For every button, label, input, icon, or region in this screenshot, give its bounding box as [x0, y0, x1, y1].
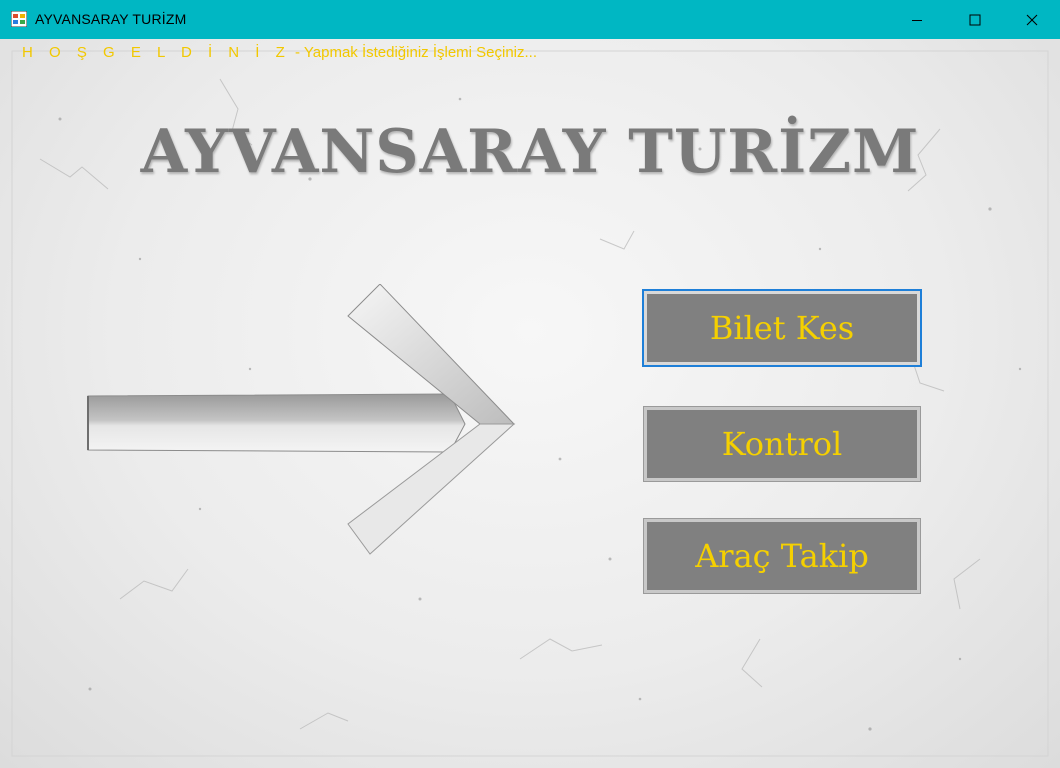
welcome-greeting: H O Ş G E L D İ N İ Z [22, 44, 291, 61]
main-form: H O Ş G E L D İ N İ Z - Yapmak İstediğin… [0, 39, 1060, 768]
kontrol-button[interactable]: Kontrol [643, 406, 921, 482]
minimize-button[interactable] [888, 0, 946, 39]
app-icon [11, 11, 27, 27]
arac-takip-button[interactable]: Araç Takip [643, 518, 921, 594]
minimize-icon [912, 19, 922, 21]
maximize-icon [969, 14, 981, 25]
maximize-button[interactable] [946, 0, 1004, 39]
title-bar[interactable]: AYVANSARAY TURİZM [0, 0, 1060, 39]
arrow-icon [87, 284, 516, 555]
window-title: AYVANSARAY TURİZM [35, 11, 187, 27]
welcome-separator: - [290, 44, 304, 61]
welcome-message: H O Ş G E L D İ N İ Z - Yapmak İstediğin… [22, 44, 537, 61]
bilet-kes-button[interactable]: Bilet Kes [642, 289, 922, 367]
close-icon [1026, 14, 1038, 25]
page-title: AYVANSARAY TURİZM [140, 117, 920, 187]
welcome-instruction: Yapmak İstediğiniz İşlemi Seçiniz... [303, 44, 538, 61]
close-button[interactable] [1003, 0, 1060, 39]
